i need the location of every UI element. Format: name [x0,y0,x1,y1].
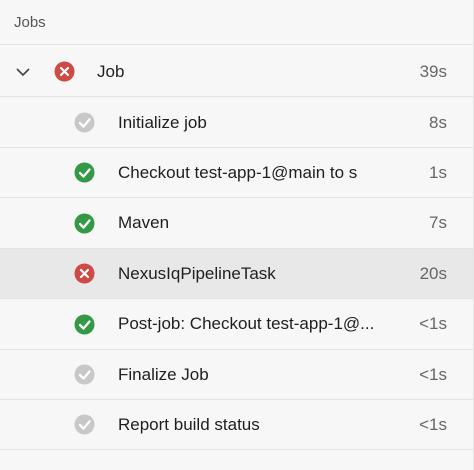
panel-title: Jobs [0,0,473,45]
step-row[interactable]: Maven 7s [0,198,473,249]
step-duration: 8s [429,112,447,132]
chevron-down-icon[interactable] [14,63,32,81]
step-row[interactable]: Post-job: Checkout test-app-1@... <1s [0,299,473,350]
step-label: Post-job: Checkout test-app-1@... [118,314,375,334]
step-label: NexusIqPipelineTask [118,263,276,283]
step-duration: 20s [419,263,447,283]
error-x-icon [54,61,75,82]
step-label: Checkout test-app-1@main to s [118,162,358,182]
error-x-icon [74,263,95,284]
step-label: Report build status [118,414,260,434]
step-label: Initialize job [118,112,207,132]
step-row[interactable]: Report build status <1s [0,400,473,451]
checkmark-icon [74,213,95,234]
job-row[interactable]: Job 39s [0,47,473,97]
step-duration: 7s [429,213,447,233]
step-row[interactable]: Finalize Job <1s [0,350,473,400]
step-row[interactable]: Initialize job 8s [0,98,473,148]
skipped-checkmark-icon [74,364,95,385]
skipped-checkmark-icon [74,414,95,435]
step-duration: 1s [429,162,447,182]
step-row[interactable]: NexusIqPipelineTask 20s [0,249,473,300]
checkmark-icon [74,314,95,335]
jobs-panel: Jobs Job 39s Initialize job 8s Checkout te… [0,0,474,470]
job-duration: 39s [419,61,447,81]
step-label: Maven [118,213,170,233]
step-row[interactable]: Checkout test-app-1@main to s 1s [0,148,473,199]
step-duration: <1s [419,364,447,384]
jobs-title: Jobs [14,13,46,31]
job-label: Job [97,61,125,81]
step-duration: <1s [419,314,447,334]
checkmark-icon [74,162,95,183]
step-duration: <1s [419,414,447,434]
step-label: Finalize Job [118,364,209,384]
skipped-checkmark-icon [74,112,95,133]
